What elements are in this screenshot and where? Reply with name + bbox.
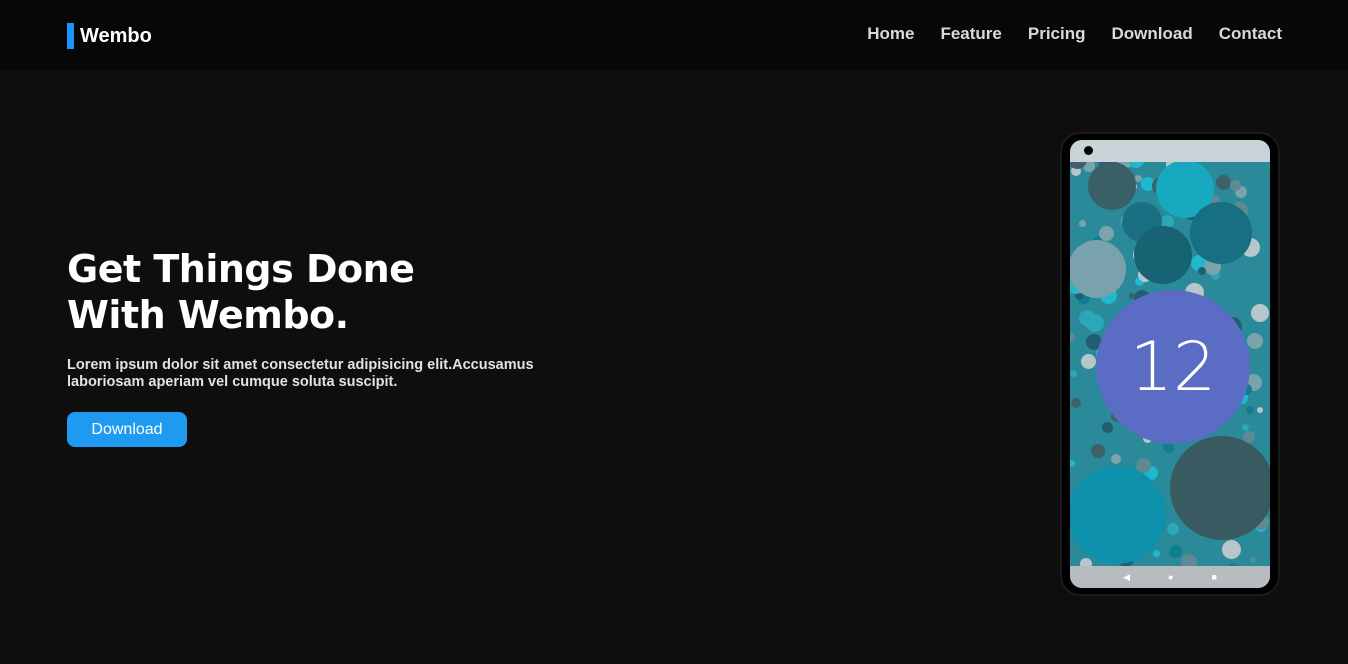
wallpaper-dot xyxy=(1070,460,1075,467)
wallpaper-circle xyxy=(1070,466,1166,564)
brand-logo[interactable]: Wembo xyxy=(67,23,152,49)
nav-link-contact[interactable]: Contact xyxy=(1219,24,1282,44)
back-icon: ◀ xyxy=(1123,571,1131,582)
android-version-badge: 12 xyxy=(1096,290,1250,444)
phone-status-bar xyxy=(1070,140,1270,162)
wallpaper-dot xyxy=(1153,550,1160,557)
recents-icon: ■ xyxy=(1211,572,1217,582)
brand-bar-icon xyxy=(67,23,74,49)
hero-title-line-2: With Wembo. xyxy=(67,293,349,337)
download-button[interactable]: Download xyxy=(67,412,187,447)
wallpaper-dot xyxy=(1079,310,1095,326)
wallpaper-dot xyxy=(1081,354,1096,369)
wallpaper-circle xyxy=(1170,436,1270,540)
wallpaper-dot xyxy=(1071,398,1081,408)
wallpaper-circle xyxy=(1070,240,1126,298)
phone-mockup: 12 ◀ ● ■ xyxy=(1062,134,1278,594)
wallpaper-dot xyxy=(1167,523,1179,535)
wallpaper-dot xyxy=(1070,370,1077,377)
brand-name: Wembo xyxy=(80,24,152,47)
wallpaper-dot xyxy=(1135,175,1142,182)
wallpaper-circle xyxy=(1134,226,1192,284)
wallpaper-dot xyxy=(1079,220,1086,227)
wallpaper-dot xyxy=(1129,293,1135,299)
nav-link-home[interactable]: Home xyxy=(867,24,914,44)
wallpaper-circle xyxy=(1088,162,1136,210)
wallpaper-dot xyxy=(1251,304,1269,322)
wallpaper-dot xyxy=(1257,407,1263,413)
wallpaper-dot xyxy=(1102,422,1113,433)
wallpaper-dot xyxy=(1242,424,1249,431)
wallpaper-dot xyxy=(1230,180,1241,191)
hero-description: Lorem ipsum dolor sit amet consectetur a… xyxy=(67,357,534,390)
wallpaper-dot xyxy=(1111,454,1121,464)
wallpaper-dot xyxy=(1091,444,1105,458)
hero-title-line-1: Get Things Done xyxy=(67,247,415,291)
phone-screen: 12 ◀ ● ■ xyxy=(1070,140,1270,588)
phone-nav-bar: ◀ ● ■ xyxy=(1070,566,1270,588)
wallpaper-dot xyxy=(1246,406,1254,414)
nav-link-download[interactable]: Download xyxy=(1112,24,1193,44)
wallpaper-dot xyxy=(1250,557,1256,563)
nav-link-feature[interactable]: Feature xyxy=(940,24,1001,44)
home-icon: ● xyxy=(1168,572,1174,582)
camera-icon xyxy=(1084,146,1093,155)
wallpaper-dot xyxy=(1198,267,1206,275)
nav-link-pricing[interactable]: Pricing xyxy=(1028,24,1086,44)
nav-menu: Home Feature Pricing Download Contact xyxy=(867,24,1282,44)
wallpaper-dot xyxy=(1169,545,1182,558)
wallpaper-dot xyxy=(1070,333,1075,342)
wallpaper-dot xyxy=(1099,226,1114,241)
wallpaper-circle xyxy=(1190,202,1252,264)
wallpaper-dot xyxy=(1222,540,1241,559)
wallpaper-dot xyxy=(1216,175,1231,190)
navbar: Wembo Home Feature Pricing Download Cont… xyxy=(0,0,1348,70)
wallpaper-dot xyxy=(1247,333,1263,349)
hero-title: Get Things Done With Wembo. xyxy=(67,246,415,338)
